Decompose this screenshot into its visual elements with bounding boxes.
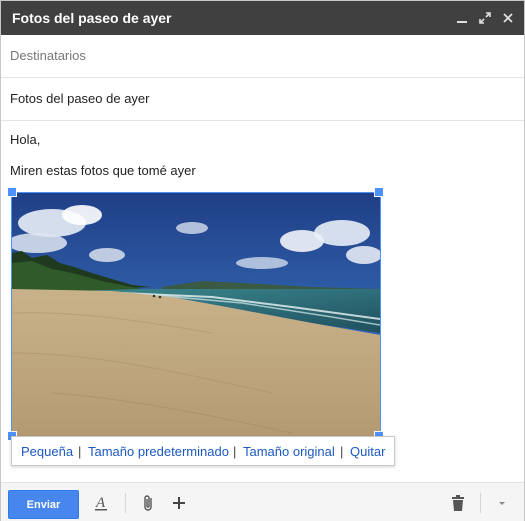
formatting-icon[interactable]: A <box>91 493 111 513</box>
attach-icon[interactable] <box>139 493 159 513</box>
subject-value: Fotos del paseo de ayer <box>10 91 150 106</box>
compose-toolbar: Enviar A <box>1 482 524 521</box>
image-size-menu: Pequeña | Tamaño predeterminado | Tamaño… <box>11 436 395 466</box>
more-options-icon[interactable] <box>492 493 512 513</box>
menu-separator: | <box>340 444 344 459</box>
svg-text:A: A <box>95 495 106 511</box>
size-small-link[interactable]: Pequeña <box>21 444 73 459</box>
recipients-field[interactable]: Destinatarios <box>1 35 524 78</box>
trash-icon[interactable] <box>448 493 468 513</box>
inserted-photo[interactable] <box>11 192 381 437</box>
expand-icon[interactable] <box>477 10 493 26</box>
close-icon[interactable] <box>500 10 516 26</box>
toolbar-divider <box>125 493 126 513</box>
compose-window: Fotos del paseo de ayer Destinatarios Fo… <box>0 0 525 521</box>
resize-handle-top-right[interactable] <box>374 187 384 197</box>
more-insert-icon[interactable] <box>169 493 189 513</box>
compose-title: Fotos del paseo de ayer <box>12 10 172 26</box>
recipients-placeholder: Destinatarios <box>10 48 86 63</box>
body-text-line: Miren estas fotos que tomé ayer <box>10 163 196 178</box>
resize-handle-top-left[interactable] <box>7 187 17 197</box>
toolbar-divider <box>480 493 481 513</box>
body-greeting: Hola, <box>10 132 41 147</box>
size-original-link[interactable]: Tamaño original <box>243 444 335 459</box>
send-button[interactable]: Enviar <box>8 490 79 519</box>
beach-photo-image <box>12 193 380 436</box>
size-default-link[interactable]: Tamaño predeterminado <box>88 444 229 459</box>
minimize-icon[interactable] <box>454 10 470 26</box>
menu-separator: | <box>233 444 237 459</box>
remove-image-link[interactable]: Quitar <box>350 444 385 459</box>
menu-separator: | <box>78 444 82 459</box>
compose-titlebar[interactable]: Fotos del paseo de ayer <box>1 1 524 35</box>
subject-field[interactable]: Fotos del paseo de ayer <box>1 78 524 121</box>
